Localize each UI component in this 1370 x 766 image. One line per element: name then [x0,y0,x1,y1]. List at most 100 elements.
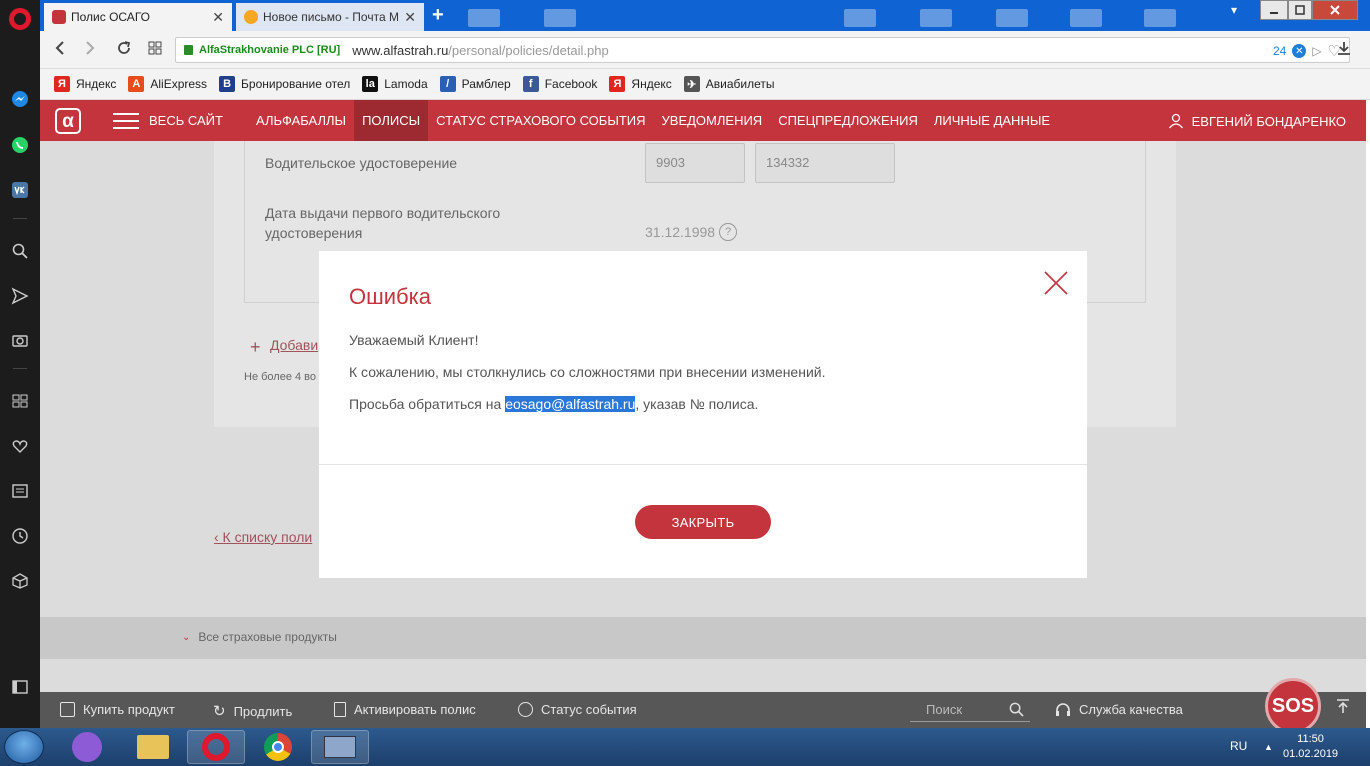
adblock-icon[interactable]: ✕ [1292,44,1307,58]
alfa-logo-icon[interactable]: α [55,108,81,134]
all-site-link[interactable]: ВЕСЬ САЙТ [149,113,223,128]
renew-button[interactable]: ↻ Продлить [213,702,292,720]
download-icon[interactable] [1336,40,1352,61]
tab-thumbnail [844,9,876,27]
maximize-button[interactable] [1288,0,1312,20]
tab-osago[interactable]: Полис ОСАГО ✕ [44,3,232,31]
add-driver-link[interactable]: Добави [270,337,318,353]
opera-app-icon[interactable] [187,730,245,764]
greeting-text: Уважаемый Клиент! [349,332,479,348]
menu-icon[interactable] [113,113,139,129]
bookmark-item[interactable]: / Рамблер [439,76,511,92]
start-button[interactable] [4,730,44,764]
minimize-button[interactable] [1260,0,1288,20]
back-icon[interactable] [54,40,66,61]
forward-icon[interactable] [84,40,96,61]
sidebar-toggle-icon[interactable] [10,677,30,697]
help-icon[interactable]: ? [719,223,738,241]
user-menu[interactable]: ЕВГЕНИЙ БОНДАРЕНКО [1168,113,1346,129]
heart-icon[interactable] [10,436,30,456]
nav-item[interactable]: ЛИЧНЫЕ ДАННЫЕ [926,100,1058,141]
camera-icon[interactable] [10,330,30,350]
adblock-count[interactable]: 24 [1273,44,1286,58]
bookmark-item[interactable]: Я Яндекс [609,76,672,92]
first-issue-label-2: удостоверения [265,225,363,241]
tab-thumbnail [920,9,952,27]
news-icon[interactable] [10,481,30,501]
tab-title: Полис ОСАГО [71,10,150,24]
whatsapp-icon[interactable] [10,135,30,155]
close-window-button[interactable] [1312,0,1358,20]
bookmark-item[interactable]: B Бронирование отел [219,76,350,92]
bookmark-item[interactable]: f Facebook [522,76,597,92]
bookmarks-bar: Я Яндекс A AliExpress B Бронирование отел la La… [40,69,1370,100]
tab-title: Новое письмо - Почта М [263,10,399,24]
bottom-toolbar: Купить продукт ↻ Продлить Активировать п… [40,678,1366,734]
close-tab-icon[interactable]: ✕ [404,9,416,26]
scanner-app-icon[interactable] [311,730,369,764]
bookmark-item[interactable]: Я Яндекс [54,76,116,92]
license-number-field[interactable]: 134332 [755,143,895,183]
scroll-top-icon[interactable] [1336,698,1350,719]
all-products-link[interactable]: ⌄ Все страховые продукты [182,630,337,644]
nav-item[interactable]: УВЕДОМЛЕНИЯ [654,100,771,141]
chrome-app-icon[interactable] [249,730,307,764]
tab-thumbnail [1070,9,1102,27]
booking-icon: B [219,76,236,92]
secure-label[interactable]: AlfaStrakhovanie PLC [RU] [199,44,340,56]
cube-icon[interactable] [10,571,30,591]
speed-dial-icon[interactable] [10,391,30,411]
share-icon[interactable]: ▷ [1312,44,1321,58]
search-icon[interactable] [1009,702,1024,717]
bookmark-item[interactable]: ✈ Авиабилеты [683,76,775,92]
bookmark-item[interactable]: A AliExpress [128,76,207,92]
nav-item[interactable]: СПЕЦПРЕДЛОЖЕНИЯ [770,100,926,141]
headset-icon [1056,703,1070,716]
url-field[interactable]: AlfaStrakhovanie PLC [RU] www.alfastrah.… [175,37,1350,63]
language-indicator[interactable]: RU [1230,739,1247,753]
nav-item[interactable]: АЛЬФАБАЛЛЫ [248,100,354,141]
vk-icon[interactable] [10,180,30,200]
buy-product-button[interactable]: Купить продукт [60,702,175,717]
email-link[interactable]: eosago@alfastrah.ru [505,396,636,412]
nav-item[interactable]: ПОЛИСЫ [354,100,429,141]
back-to-list-link[interactable]: ‹ К списку поли [214,529,312,545]
microphone-app-icon[interactable] [58,730,116,764]
send-icon[interactable] [10,286,30,306]
nav-item[interactable]: СТАТУС СТРАХОВОГО СОБЫТИЯ [428,100,653,141]
event-status-button[interactable]: Статус события [518,702,637,717]
license-series-field[interactable]: 9903 [645,143,745,183]
close-button[interactable]: ЗАКРЫТЬ [635,505,771,539]
first-issue-date: 31.12.1998 [645,224,716,240]
bottom-search-input[interactable]: Поиск [910,698,1030,722]
lock-icon[interactable] [184,45,193,55]
messenger-icon[interactable] [10,89,30,109]
bookmark-item[interactable]: la Lamoda [362,76,428,92]
tray-expand-icon[interactable]: ▲ [1264,742,1273,752]
first-issue-label-1: Дата выдачи первого водительского [265,205,501,221]
plus-icon[interactable]: + [250,337,261,358]
quality-service-button[interactable]: Служба качества [1055,702,1183,717]
alfa-favicon-icon [52,10,66,24]
clock-date: 01.02.2019 [1283,748,1339,760]
tab-mail[interactable]: Новое письмо - Почта М ✕ [236,3,424,31]
search-icon[interactable] [10,241,30,261]
sos-button[interactable]: SOS [1265,678,1321,734]
history-icon[interactable] [10,526,30,546]
reload-icon[interactable] [116,40,132,61]
opera-logo-icon[interactable] [9,8,31,30]
activate-policy-button[interactable]: Активировать полис [334,702,476,717]
clock[interactable]: 11:50 01.02.2019 [1283,732,1338,762]
close-tab-icon[interactable]: ✕ [212,9,224,26]
bookmark-label: Бронирование отел [241,77,351,91]
explorer-app-icon[interactable] [124,730,182,764]
new-tab-button[interactable]: + [432,5,444,25]
tabs-grid-icon[interactable] [147,40,163,61]
footer-strip: ⌄ Все страховые продукты [40,617,1366,659]
url-host: www.alfastrah.ru [352,42,449,58]
close-icon[interactable] [1044,271,1068,295]
yandex-icon: Я [609,76,626,92]
aliexpress-icon: A [128,76,145,92]
tab-menu-icon[interactable]: ▾ [1226,0,1242,20]
cart-icon [60,702,75,717]
